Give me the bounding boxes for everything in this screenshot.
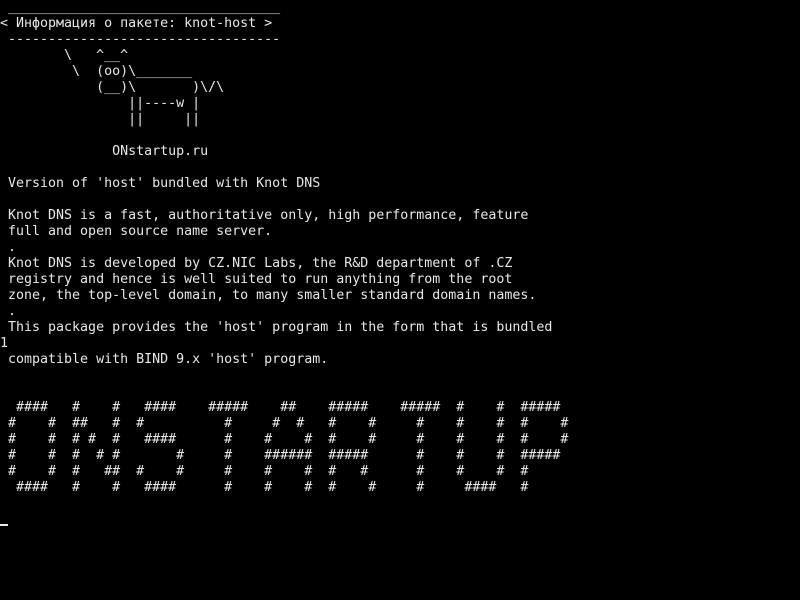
terminal-cursor[interactable]: [0, 524, 8, 526]
description-line: Knot DNS is developed by CZ.NIC Labs, th…: [0, 256, 513, 271]
banner-art-line: # # # ## # # # # # # # # # # #: [0, 464, 529, 479]
cow-art-line: \ ^__^: [0, 48, 129, 63]
description-separator: .: [0, 304, 17, 319]
cow-art-line: \ (oo)\_______: [0, 64, 193, 79]
description-line: registry and hence is well suited to run…: [0, 272, 513, 287]
site-signature: ONstartup.ru: [0, 144, 209, 159]
terminal-screen[interactable]: __________________________________ < Инф…: [0, 0, 800, 600]
cow-art-line: (__)\ )\/\: [0, 80, 225, 95]
banner-art-line: # # # # # # # ###### ##### # # # #####: [0, 448, 561, 463]
cow-art-line: ||----w |: [0, 96, 201, 111]
banner-art-line: #### # # #### ##### ## ##### ##### # # #…: [0, 400, 561, 415]
stray-output-line: 1: [0, 336, 9, 351]
description-separator: .: [0, 240, 17, 255]
cow-art-line: || ||: [0, 112, 201, 127]
cowsay-bottom-border: ----------------------------------: [0, 32, 281, 47]
description-line: This package provides the 'host' program…: [0, 320, 553, 335]
description-line: Knot DNS is a fast, authoritative only, …: [0, 208, 529, 223]
package-summary: Version of 'host' bundled with Knot DNS: [0, 176, 321, 191]
description-line: zone, the top-level domain, to many smal…: [0, 288, 537, 303]
description-line: full and open source name server.: [0, 224, 273, 239]
banner-art-line: #### # # #### # # # # # # #### #: [0, 480, 529, 495]
banner-art-line: # # ## # # # # # # # # # # # #: [0, 416, 569, 431]
banner-art-line: # # # # # #### # # # # # # # # # #: [0, 432, 569, 447]
cowsay-top-border: __________________________________: [0, 0, 281, 15]
description-line: compatible with BIND 9.x 'host' program.: [0, 352, 329, 367]
cowsay-message: < Информация о пакете: knot-host >: [0, 16, 273, 31]
